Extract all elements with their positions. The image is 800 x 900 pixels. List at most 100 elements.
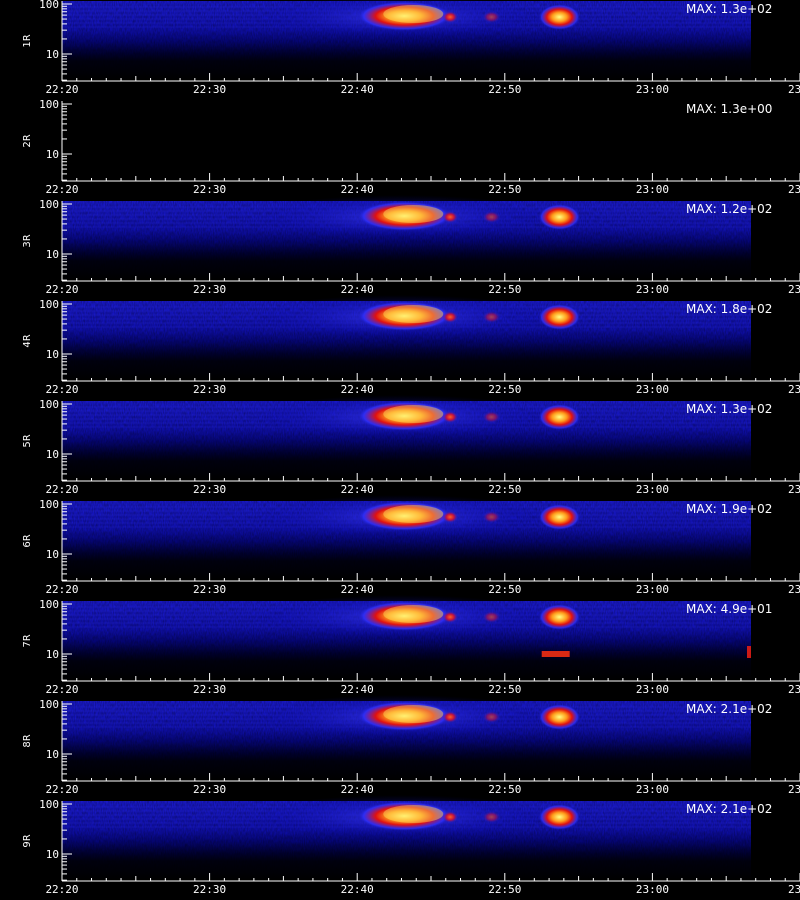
burst-trail-1 [442, 311, 459, 323]
burst-trail-2 [482, 311, 501, 323]
panel-label: 7R [22, 634, 33, 647]
burst-secondary [538, 4, 581, 30]
y-tick-label: 100 [39, 0, 59, 11]
x-tick-label: 23:00 [636, 583, 669, 596]
burst-main-core [383, 605, 444, 623]
x-tick-label: 22:30 [193, 383, 226, 396]
x-tick-label: 23:00 [636, 883, 669, 896]
burst-trail-1 [442, 211, 459, 223]
y-tick-label: 10 [46, 148, 59, 161]
max-label: MAX: 4.9e+01 [686, 602, 772, 616]
x-tick-label: 22:50 [488, 183, 521, 196]
max-label: MAX: 1.8e+02 [686, 302, 772, 316]
panel-label: 3R [22, 234, 33, 247]
burst-trail-1 [442, 711, 459, 723]
panel-6r: 100 10 22:20 22:30 22:40 22:50 23:00 23:1 6R MAX:… [22, 495, 800, 596]
y-tick-label: 10 [46, 748, 59, 761]
max-label: MAX: 2.1e+02 [686, 702, 772, 716]
x-tick-label: 23:1 [788, 383, 800, 396]
burst-secondary [538, 204, 581, 230]
x-tick-label: 23:00 [636, 683, 669, 696]
burst-main-core [383, 205, 444, 223]
x-tick-label: 23:1 [788, 883, 800, 896]
max-label: MAX: 1.2e+02 [686, 202, 772, 216]
x-tick-label: 22:40 [341, 883, 374, 896]
x-tick-label: 23:00 [636, 83, 669, 96]
burst-trail-1 [442, 611, 459, 623]
panel-2r: 100 10 22:20 22:30 22:40 22:50 23:00 23:1 2R MAX:… [22, 98, 800, 196]
y-tick-label: 10 [46, 648, 59, 661]
x-tick-label: 22:30 [193, 883, 226, 896]
burst-trail-2 [482, 811, 501, 823]
x-tick-label: 22:40 [341, 283, 374, 296]
x-tick-label: 22:30 [193, 283, 226, 296]
x-tick-label: 22:50 [488, 883, 521, 896]
x-tick-label: 22:50 [488, 283, 521, 296]
panel-label: 8R [22, 734, 33, 747]
x-tick-label: 22:20 [45, 83, 78, 96]
y-tick-label: 10 [46, 48, 59, 61]
burst-main-core [383, 5, 444, 23]
max-label: MAX: 1.3e+02 [686, 2, 772, 16]
x-tick-label: 22:30 [193, 583, 226, 596]
burst-trail-2 [482, 11, 501, 23]
x-tick-label: 23:1 [788, 283, 800, 296]
x-tick-label: 22:50 [488, 383, 521, 396]
max-label: MAX: 1.3e+00 [686, 102, 772, 116]
burst-main-core [383, 305, 444, 323]
burst-main-core [383, 405, 444, 423]
panel-label: 6R [22, 534, 33, 547]
x-tick-label: 23:1 [788, 83, 800, 96]
y-tick-label: 100 [39, 498, 59, 511]
x-tick-label: 22:50 [488, 783, 521, 796]
y-tick-label: 10 [46, 348, 59, 361]
x-tick-label: 22:20 [45, 683, 78, 696]
x-tick-label: 22:20 [45, 783, 78, 796]
x-tick-label: 22:40 [341, 683, 374, 696]
panel-label: 5R [22, 434, 33, 447]
burst-secondary [538, 504, 581, 530]
x-tick-label: 22:20 [45, 283, 78, 296]
panel-label: 9R [22, 834, 33, 847]
x-tick-label: 22:30 [193, 183, 226, 196]
max-label: MAX: 1.9e+02 [686, 502, 772, 516]
y-tick-label: 10 [46, 548, 59, 561]
x-tick-label: 23:00 [636, 383, 669, 396]
panel-1r: 100 10 22:20 22:30 22:40 22:50 23:00 23:1 1R MAX:… [22, 0, 800, 96]
x-tick-label: 22:40 [341, 183, 374, 196]
burst-low-band [541, 651, 570, 657]
burst-edge [747, 646, 751, 658]
x-tick-label: 23:1 [788, 583, 800, 596]
x-tick-label: 23:00 [636, 483, 669, 496]
burst-main-core [383, 705, 444, 723]
panel-4r: 100 10 22:20 22:30 22:40 22:50 23:00 23:1 4R MAX:… [22, 295, 800, 396]
panel-label: 2R [22, 134, 33, 147]
panel-5r: 100 10 22:20 22:30 22:40 22:50 23:00 23:1 5R MAX:… [22, 395, 800, 496]
y-tick-label: 100 [39, 398, 59, 411]
x-tick-label: 23:1 [788, 183, 800, 196]
max-label: MAX: 1.3e+02 [686, 402, 772, 416]
burst-trail-2 [482, 411, 501, 423]
panel-label: 1R [22, 34, 33, 47]
y-tick-label: 100 [39, 698, 59, 711]
burst-secondary [538, 804, 581, 830]
x-tick-label: 22:20 [45, 583, 78, 596]
y-tick-label: 100 [39, 598, 59, 611]
burst-trail-1 [442, 411, 459, 423]
max-label: MAX: 2.1e+02 [686, 802, 772, 816]
x-tick-label: 22:20 [45, 483, 78, 496]
panel-label: 4R [22, 334, 33, 347]
x-tick-label: 23:1 [788, 483, 800, 496]
x-tick-label: 23:1 [788, 783, 800, 796]
x-tick-label: 23:00 [636, 783, 669, 796]
panel-9r: 100 10 22:20 22:30 22:40 22:50 23:00 23:1 9R MAX:… [22, 795, 800, 896]
burst-secondary [538, 304, 581, 330]
x-tick-label: 22:50 [488, 483, 521, 496]
x-tick-label: 23:00 [636, 183, 669, 196]
x-tick-label: 22:40 [341, 83, 374, 96]
y-tick-label: 100 [39, 298, 59, 311]
burst-trail-2 [482, 711, 501, 723]
x-tick-label: 23:00 [636, 283, 669, 296]
burst-secondary [538, 404, 581, 430]
x-tick-label: 22:30 [193, 683, 226, 696]
